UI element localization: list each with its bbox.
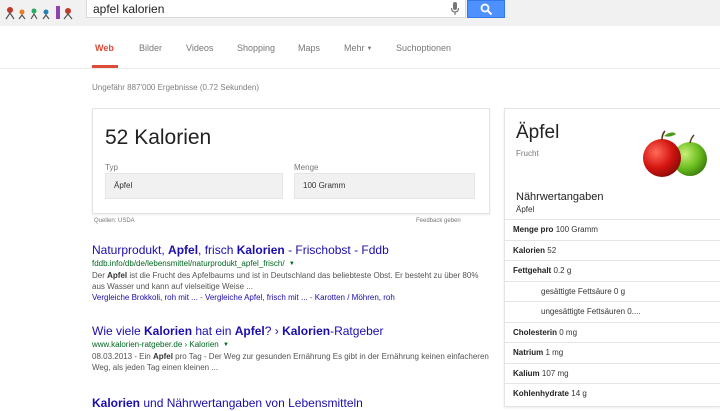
- caret-down-icon[interactable]: ▼: [223, 342, 229, 348]
- search-result: Naturprodukt, Apfel, frisch Kalorien - F…: [92, 243, 492, 303]
- result-stats: Ungefähr 887'000 Ergebnisse (0.72 Sekund…: [92, 83, 259, 92]
- tab-mehr-label: Mehr: [344, 43, 365, 53]
- tab-web[interactable]: Web: [95, 43, 114, 53]
- nutrition-row: gesättigte Fettsäure 0 g: [505, 280, 720, 302]
- caret-down-icon: ▼: [366, 46, 373, 52]
- apples-image[interactable]: [639, 127, 711, 179]
- active-tab-indicator: [92, 65, 118, 68]
- tab-bilder[interactable]: Bilder: [139, 43, 162, 53]
- title-text: und Nährwertangaben von Lebensmitteln: [140, 396, 363, 410]
- snippet-text: Der: [92, 271, 108, 280]
- google-doodle-logo[interactable]: [4, 2, 78, 22]
- tab-videos[interactable]: Videos: [186, 43, 213, 53]
- nutrition-value: 107 mg: [541, 368, 569, 378]
- calorie-value: 52 Kalorien: [105, 126, 212, 149]
- nutrition-label: Fettgehalt: [513, 266, 552, 275]
- result-snippet: 08.03.2013 - Ein Apfel pro Tag - Der Weg…: [92, 351, 492, 373]
- type-select[interactable]: Äpfel: [105, 173, 283, 199]
- search-box[interactable]: [86, 0, 466, 18]
- nutrition-value: 0.2 g: [553, 266, 572, 275]
- nutrition-row: ungesättigte Fettsäuren 0....: [505, 301, 720, 322]
- amount-label: Menge: [294, 163, 319, 172]
- nutrition-row: Kohlenhydrate 14 g: [505, 383, 720, 404]
- nutrition-title: Nährwertangaben: [516, 191, 604, 203]
- title-text: , frisch: [198, 243, 237, 257]
- title-text: hat ein: [192, 324, 235, 338]
- related-link[interactable]: Karotten / Möhren, roh: [315, 293, 395, 302]
- search-button[interactable]: [467, 0, 505, 18]
- knowledge-panel: Äpfel Frucht Nährwertangaben Äpfel Menge…: [504, 108, 720, 407]
- title-text-bold: Kalorien: [236, 243, 285, 257]
- nutrition-value: 100 Gramm: [555, 225, 598, 234]
- nutrition-value: 0 mg: [559, 327, 578, 337]
- tab-shopping[interactable]: Shopping: [237, 43, 275, 53]
- result-title-link[interactable]: Wie viele Kalorien hat ein Apfel? › Kalo…: [92, 324, 492, 339]
- nutrition-row: Fettgehalt 0.2 g: [505, 260, 720, 281]
- amount-select[interactable]: 100 Gramm: [294, 173, 475, 199]
- related-link[interactable]: Vergleiche Apfel, frisch mit ...: [205, 293, 308, 302]
- snippet-text-bold: Apfel: [107, 271, 128, 280]
- nutrition-label: Menge pro: [513, 225, 554, 234]
- related-link[interactable]: Vergleiche Brokkoli, roh mit ...: [92, 293, 198, 302]
- result-url: www.kalorien-ratgeber.de › Kalorien ▼: [92, 340, 492, 349]
- search-input[interactable]: [93, 0, 433, 17]
- result-related-links: Vergleiche Brokkoli, roh mit ... - Vergl…: [92, 293, 395, 302]
- type-label: Typ: [105, 163, 118, 172]
- title-text: Wie viele: [92, 324, 145, 338]
- kp-title: Äpfel: [516, 122, 560, 143]
- kp-subtitle: Frucht: [516, 149, 539, 158]
- nutrition-label: Kohlenhydrate: [513, 389, 570, 398]
- result-url-text: fddb.info/db/de/lebensmittel/naturproduk…: [92, 259, 285, 268]
- nutrition-value: 1 mg: [545, 348, 564, 357]
- title-text: ? ›: [264, 324, 283, 338]
- result-snippet: Der Apfel ist die Frucht des Apfelbaums …: [92, 270, 492, 292]
- snippet-text-bold: Apfel: [152, 352, 173, 361]
- nutrition-subtitle: Äpfel: [516, 205, 535, 214]
- nutrition-label: Kalorien: [513, 245, 546, 255]
- nutrition-row: Kalorien 52: [505, 239, 720, 261]
- nutrition-table: Menge pro 100 Gramm Kalorien 52 Fettgeha…: [505, 219, 720, 404]
- snippet-text: 08.03.2013 - Ein: [92, 352, 153, 361]
- microphone-icon[interactable]: [449, 1, 461, 16]
- title-text-bold: Apfel: [168, 243, 199, 257]
- nutrition-value: gesättigte Fettsäure 0 g: [541, 286, 626, 296]
- title-text-bold: Kalorien: [144, 324, 193, 338]
- feedback-link[interactable]: Feedback geben: [416, 218, 461, 224]
- nutrition-value: ungesättigte Fettsäuren 0....: [541, 307, 641, 316]
- title-text-bold: Kalorien: [92, 396, 141, 410]
- search-result: Kalorien und Nährwertangaben von Lebensm…: [92, 396, 492, 411]
- result-url-text: www.kalorien-ratgeber.de › Kalorien: [92, 340, 219, 349]
- search-result: Wie viele Kalorien hat ein Apfel? › Kalo…: [92, 324, 492, 373]
- title-text: - Frischobst - Fddb: [284, 243, 389, 257]
- nutrition-label: Natrium: [513, 348, 544, 357]
- nutrition-row: Kalium 107 mg: [505, 362, 720, 384]
- nutrition-row: Natrium 1 mg: [505, 342, 720, 363]
- title-text: Naturprodukt,: [92, 243, 169, 257]
- nutrition-row: Menge pro 100 Gramm: [505, 219, 720, 240]
- nutrition-value: 52: [547, 245, 557, 255]
- title-text-bold: Kalorien: [282, 324, 331, 338]
- tab-mehr[interactable]: Mehr ▼: [344, 43, 372, 53]
- result-title-link[interactable]: Naturprodukt, Apfel, frisch Kalorien - F…: [92, 243, 492, 258]
- nutrition-value: 14 g: [571, 389, 587, 398]
- tab-maps[interactable]: Maps: [298, 43, 320, 53]
- tab-suchoptionen[interactable]: Suchoptionen: [396, 43, 451, 53]
- source-label: Quellen: USDA: [94, 218, 135, 224]
- search-tabs: Web Bilder Videos Shopping Maps Mehr ▼ Su…: [0, 26, 720, 69]
- snippet-text: ist die Frucht des Apfelbaums und ist in…: [92, 271, 479, 291]
- calorie-calculator-card: 52 Kalorien Typ Äpfel Menge 100 Gramm: [92, 108, 490, 214]
- nutrition-row: Cholesterin 0 mg: [505, 321, 720, 343]
- result-title-link[interactable]: Kalorien und Nährwertangaben von Lebensm…: [92, 396, 492, 411]
- result-url: fddb.info/db/de/lebensmittel/naturproduk…: [92, 259, 492, 268]
- title-text: -Ratgeber: [330, 324, 384, 338]
- title-text-bold: Apfel: [234, 324, 265, 338]
- nutrition-label: Kalium: [513, 368, 540, 378]
- magnifier-icon: [480, 3, 493, 16]
- nutrition-label: Cholesterin: [513, 327, 558, 337]
- caret-down-icon[interactable]: ▼: [289, 261, 295, 267]
- top-bar: [0, 0, 720, 27]
